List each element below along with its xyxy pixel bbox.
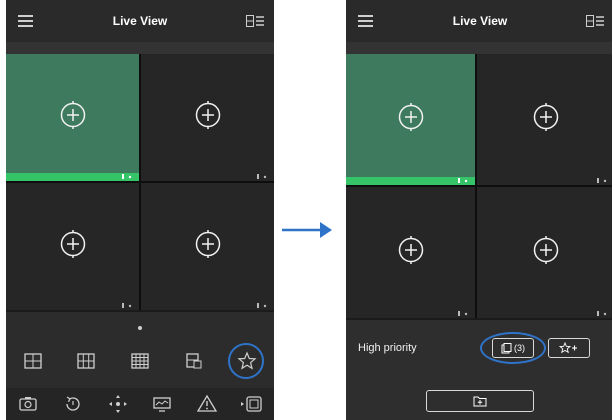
- tile-status-bar: [477, 310, 612, 318]
- audio-mic-icon: [597, 311, 607, 316]
- status-strip: [6, 42, 274, 54]
- add-favorite-button[interactable]: [548, 338, 590, 358]
- add-folder-button[interactable]: [426, 390, 534, 412]
- window-layout-icon[interactable]: [586, 15, 604, 27]
- status-strip: [346, 42, 612, 54]
- add-camera-icon[interactable]: [532, 102, 560, 131]
- live-view-screen-after: Live View High priority (3): [346, 0, 612, 420]
- page-indicator: [138, 326, 142, 330]
- favorite-highlight-ring: [228, 343, 264, 379]
- add-folder-icon: [473, 396, 487, 407]
- tile-status-bar: [6, 302, 139, 310]
- window-layout-icon[interactable]: [246, 15, 264, 27]
- capture-icon[interactable]: [16, 392, 40, 416]
- one-window-icon[interactable]: [21, 349, 45, 373]
- audio-mic-icon: [122, 303, 132, 308]
- audio-mic-icon: [458, 311, 468, 316]
- video-tile-4[interactable]: [477, 187, 612, 318]
- video-tile-3[interactable]: [346, 187, 475, 318]
- video-tile-3[interactable]: [6, 183, 139, 310]
- add-camera-icon[interactable]: [397, 235, 425, 264]
- audio-mic-icon: [257, 303, 267, 308]
- add-camera-icon[interactable]: [194, 229, 222, 258]
- audio-mic-icon: [257, 174, 267, 179]
- video-tile-4[interactable]: [141, 183, 274, 310]
- video-grid: [6, 54, 274, 310]
- four-window-icon[interactable]: [74, 349, 98, 373]
- video-tile-1[interactable]: [346, 54, 475, 185]
- audio-mic-icon: [122, 174, 132, 179]
- add-camera-icon[interactable]: [194, 100, 222, 129]
- transition-arrow-icon: [282, 222, 332, 238]
- top-bar: Live View: [6, 0, 274, 42]
- tile-status-bar: [141, 302, 274, 310]
- fullscreen-icon[interactable]: [240, 392, 264, 416]
- tile-status-bar: [477, 177, 612, 185]
- video-tile-1[interactable]: [6, 54, 139, 181]
- favorites-highlight-ring: [480, 332, 546, 364]
- stream-icon[interactable]: [150, 392, 174, 416]
- action-row: [6, 388, 274, 420]
- audio-mic-icon: [458, 178, 468, 183]
- top-bar: Live View: [346, 0, 612, 42]
- custom-layout-icon[interactable]: [182, 349, 206, 373]
- page-title: Live View: [112, 14, 168, 28]
- nine-window-icon[interactable]: [128, 349, 152, 373]
- tile-status-bar: [346, 310, 475, 318]
- video-grid: [346, 54, 612, 318]
- add-camera-icon[interactable]: [532, 235, 560, 264]
- favorite-group-label: High priority: [358, 342, 417, 354]
- add-camera-icon[interactable]: [59, 229, 87, 258]
- tile-status-bar: [141, 173, 274, 181]
- favorites-panel: High priority (3): [346, 320, 612, 420]
- tile-status-bar: [346, 177, 475, 185]
- page-title: Live View: [452, 14, 508, 28]
- add-camera-icon[interactable]: [397, 102, 425, 131]
- audio-mic-icon: [597, 178, 607, 183]
- ptz-icon[interactable]: [106, 392, 130, 416]
- playback-icon[interactable]: [61, 392, 85, 416]
- alarm-icon[interactable]: [195, 392, 219, 416]
- add-camera-icon[interactable]: [59, 100, 87, 129]
- bottom-toolbar: [6, 312, 274, 420]
- live-view-screen-before: Live View: [6, 0, 274, 420]
- video-tile-2[interactable]: [477, 54, 612, 185]
- add-favorite-icon: [559, 342, 577, 354]
- video-tile-2[interactable]: [141, 54, 274, 181]
- tile-status-bar: [6, 173, 139, 181]
